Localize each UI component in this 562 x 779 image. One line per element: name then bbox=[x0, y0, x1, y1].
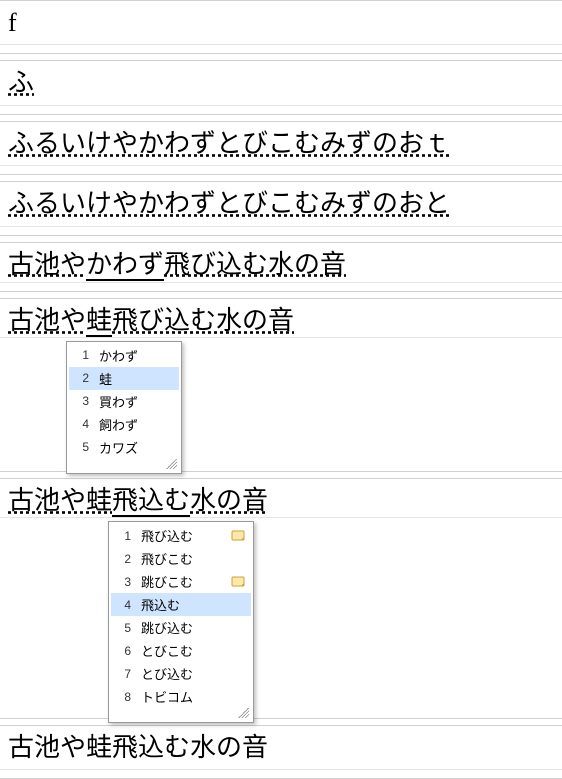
candidate-number: 6 bbox=[115, 644, 131, 658]
input-row-6[interactable]: 古池や蛙飛び込む水の音 1かわず2蛙3買わず4飼わず5カワズ bbox=[0, 298, 562, 472]
composition-text: ふるいけやかわずとびこむみずのおｔ bbox=[8, 129, 450, 158]
segment-3: 飛び込む水の音 bbox=[112, 306, 294, 335]
candidate-item[interactable]: 3 跳びこむ bbox=[111, 570, 251, 593]
candidate-number: 3 bbox=[73, 394, 89, 408]
candidate-label: かわず bbox=[99, 346, 173, 365]
candidate-number: 2 bbox=[115, 552, 131, 566]
candidate-dropdown-1[interactable]: 1かわず2蛙3買わず4飼わず5カワズ bbox=[66, 341, 182, 474]
input-row-1[interactable]: f bbox=[0, 0, 562, 54]
input-row-4[interactable]: ふるいけやかわずとびこむみずのおと bbox=[0, 181, 562, 235]
candidate-label: 買わず bbox=[99, 392, 173, 411]
candidate-label: とび込む bbox=[141, 664, 245, 683]
candidate-item[interactable]: 4 飛込む bbox=[111, 593, 251, 616]
input-row-5[interactable]: 古池やかわず飛び込む水の音 bbox=[0, 242, 562, 292]
segment-3: 飛び込む水の音 bbox=[164, 250, 346, 279]
candidate-number: 3 bbox=[115, 575, 131, 589]
composition-text: ふるいけやかわずとびこむみずのおと bbox=[8, 189, 450, 218]
resize-grip-icon[interactable] bbox=[165, 459, 177, 469]
candidate-label: 飛びこむ bbox=[141, 549, 245, 568]
candidate-item[interactable]: 4 飼わず bbox=[69, 413, 179, 436]
composition-text: f bbox=[8, 8, 17, 37]
candidate-item[interactable]: 1 飛び込む bbox=[111, 524, 251, 547]
segment-1: 古池や bbox=[8, 306, 86, 335]
input-row-8[interactable]: 古池や蛙飛込む水の音 bbox=[0, 725, 562, 779]
annotation-note-icon[interactable] bbox=[231, 576, 245, 588]
candidate-number: 5 bbox=[115, 621, 131, 635]
segment-1: 古池や蛙 bbox=[8, 486, 112, 515]
annotation-note-icon[interactable] bbox=[231, 530, 245, 542]
candidate-label: カワズ bbox=[99, 438, 173, 457]
candidate-item[interactable]: 1 かわず bbox=[69, 344, 179, 367]
candidate-label: トビコム bbox=[141, 687, 245, 706]
segment-active: 飛込む bbox=[112, 486, 190, 517]
candidate-item[interactable]: 7 とび込む bbox=[111, 662, 251, 685]
candidate-number: 4 bbox=[115, 598, 131, 612]
candidate-number: 2 bbox=[73, 371, 89, 385]
candidate-item[interactable]: 2 飛びこむ bbox=[111, 547, 251, 570]
candidate-label: 飛び込む bbox=[141, 526, 223, 545]
input-row-3[interactable]: ふるいけやかわずとびこむみずのおｔ bbox=[0, 121, 562, 175]
segment-active: 蛙 bbox=[86, 306, 112, 337]
dropdown-resize-row bbox=[69, 459, 179, 471]
candidate-item[interactable]: 3 買わず bbox=[69, 390, 179, 413]
candidate-dropdown-2[interactable]: 1 飛び込む 2 飛びこむ 3 跳びこむ 4 飛込む 5 跳び込む 6 とびこむ 7 とび込む 8 トビコム bbox=[108, 521, 254, 723]
candidate-item[interactable]: 5 跳び込む bbox=[111, 616, 251, 639]
candidate-label: とびこむ bbox=[141, 641, 245, 660]
candidate-item[interactable]: 8 トビコム bbox=[111, 685, 251, 708]
candidate-item[interactable]: 6 とびこむ bbox=[111, 639, 251, 662]
dropdown-resize-row bbox=[111, 708, 251, 720]
segment-1: 古池や bbox=[8, 250, 86, 279]
segment-active: かわず bbox=[86, 250, 164, 281]
candidate-number: 4 bbox=[73, 417, 89, 431]
candidate-number: 1 bbox=[115, 529, 131, 543]
candidate-number: 1 bbox=[73, 348, 89, 362]
resize-grip-icon[interactable] bbox=[237, 708, 249, 718]
input-row-2[interactable]: ふ bbox=[0, 60, 562, 114]
candidate-number: 8 bbox=[115, 690, 131, 704]
candidate-label: 跳び込む bbox=[141, 618, 245, 637]
candidate-label: 飼わず bbox=[99, 415, 173, 434]
candidate-label: 跳びこむ bbox=[141, 572, 223, 591]
candidate-label: 飛込む bbox=[141, 595, 245, 614]
candidate-item[interactable]: 5 カワズ bbox=[69, 436, 179, 459]
composition-text: ふ bbox=[8, 68, 34, 97]
candidate-number: 5 bbox=[73, 440, 89, 454]
committed-text: 古池や蛙飛込む水の音 bbox=[8, 733, 268, 762]
candidate-number: 7 bbox=[115, 667, 131, 681]
segment-3: 水の音 bbox=[190, 486, 268, 515]
input-row-7[interactable]: 古池や蛙飛込む水の音 1飛び込む2飛びこむ3跳びこむ4飛込む5跳び込む6とびこむ… bbox=[0, 478, 562, 718]
candidate-label: 蛙 bbox=[99, 369, 173, 388]
ime-demo-stack: f ふ ふるいけやかわずとびこむみずのおｔ ふるいけやかわずとびこむみずのおと … bbox=[0, 0, 562, 779]
candidate-item[interactable]: 2蛙 bbox=[69, 367, 179, 390]
